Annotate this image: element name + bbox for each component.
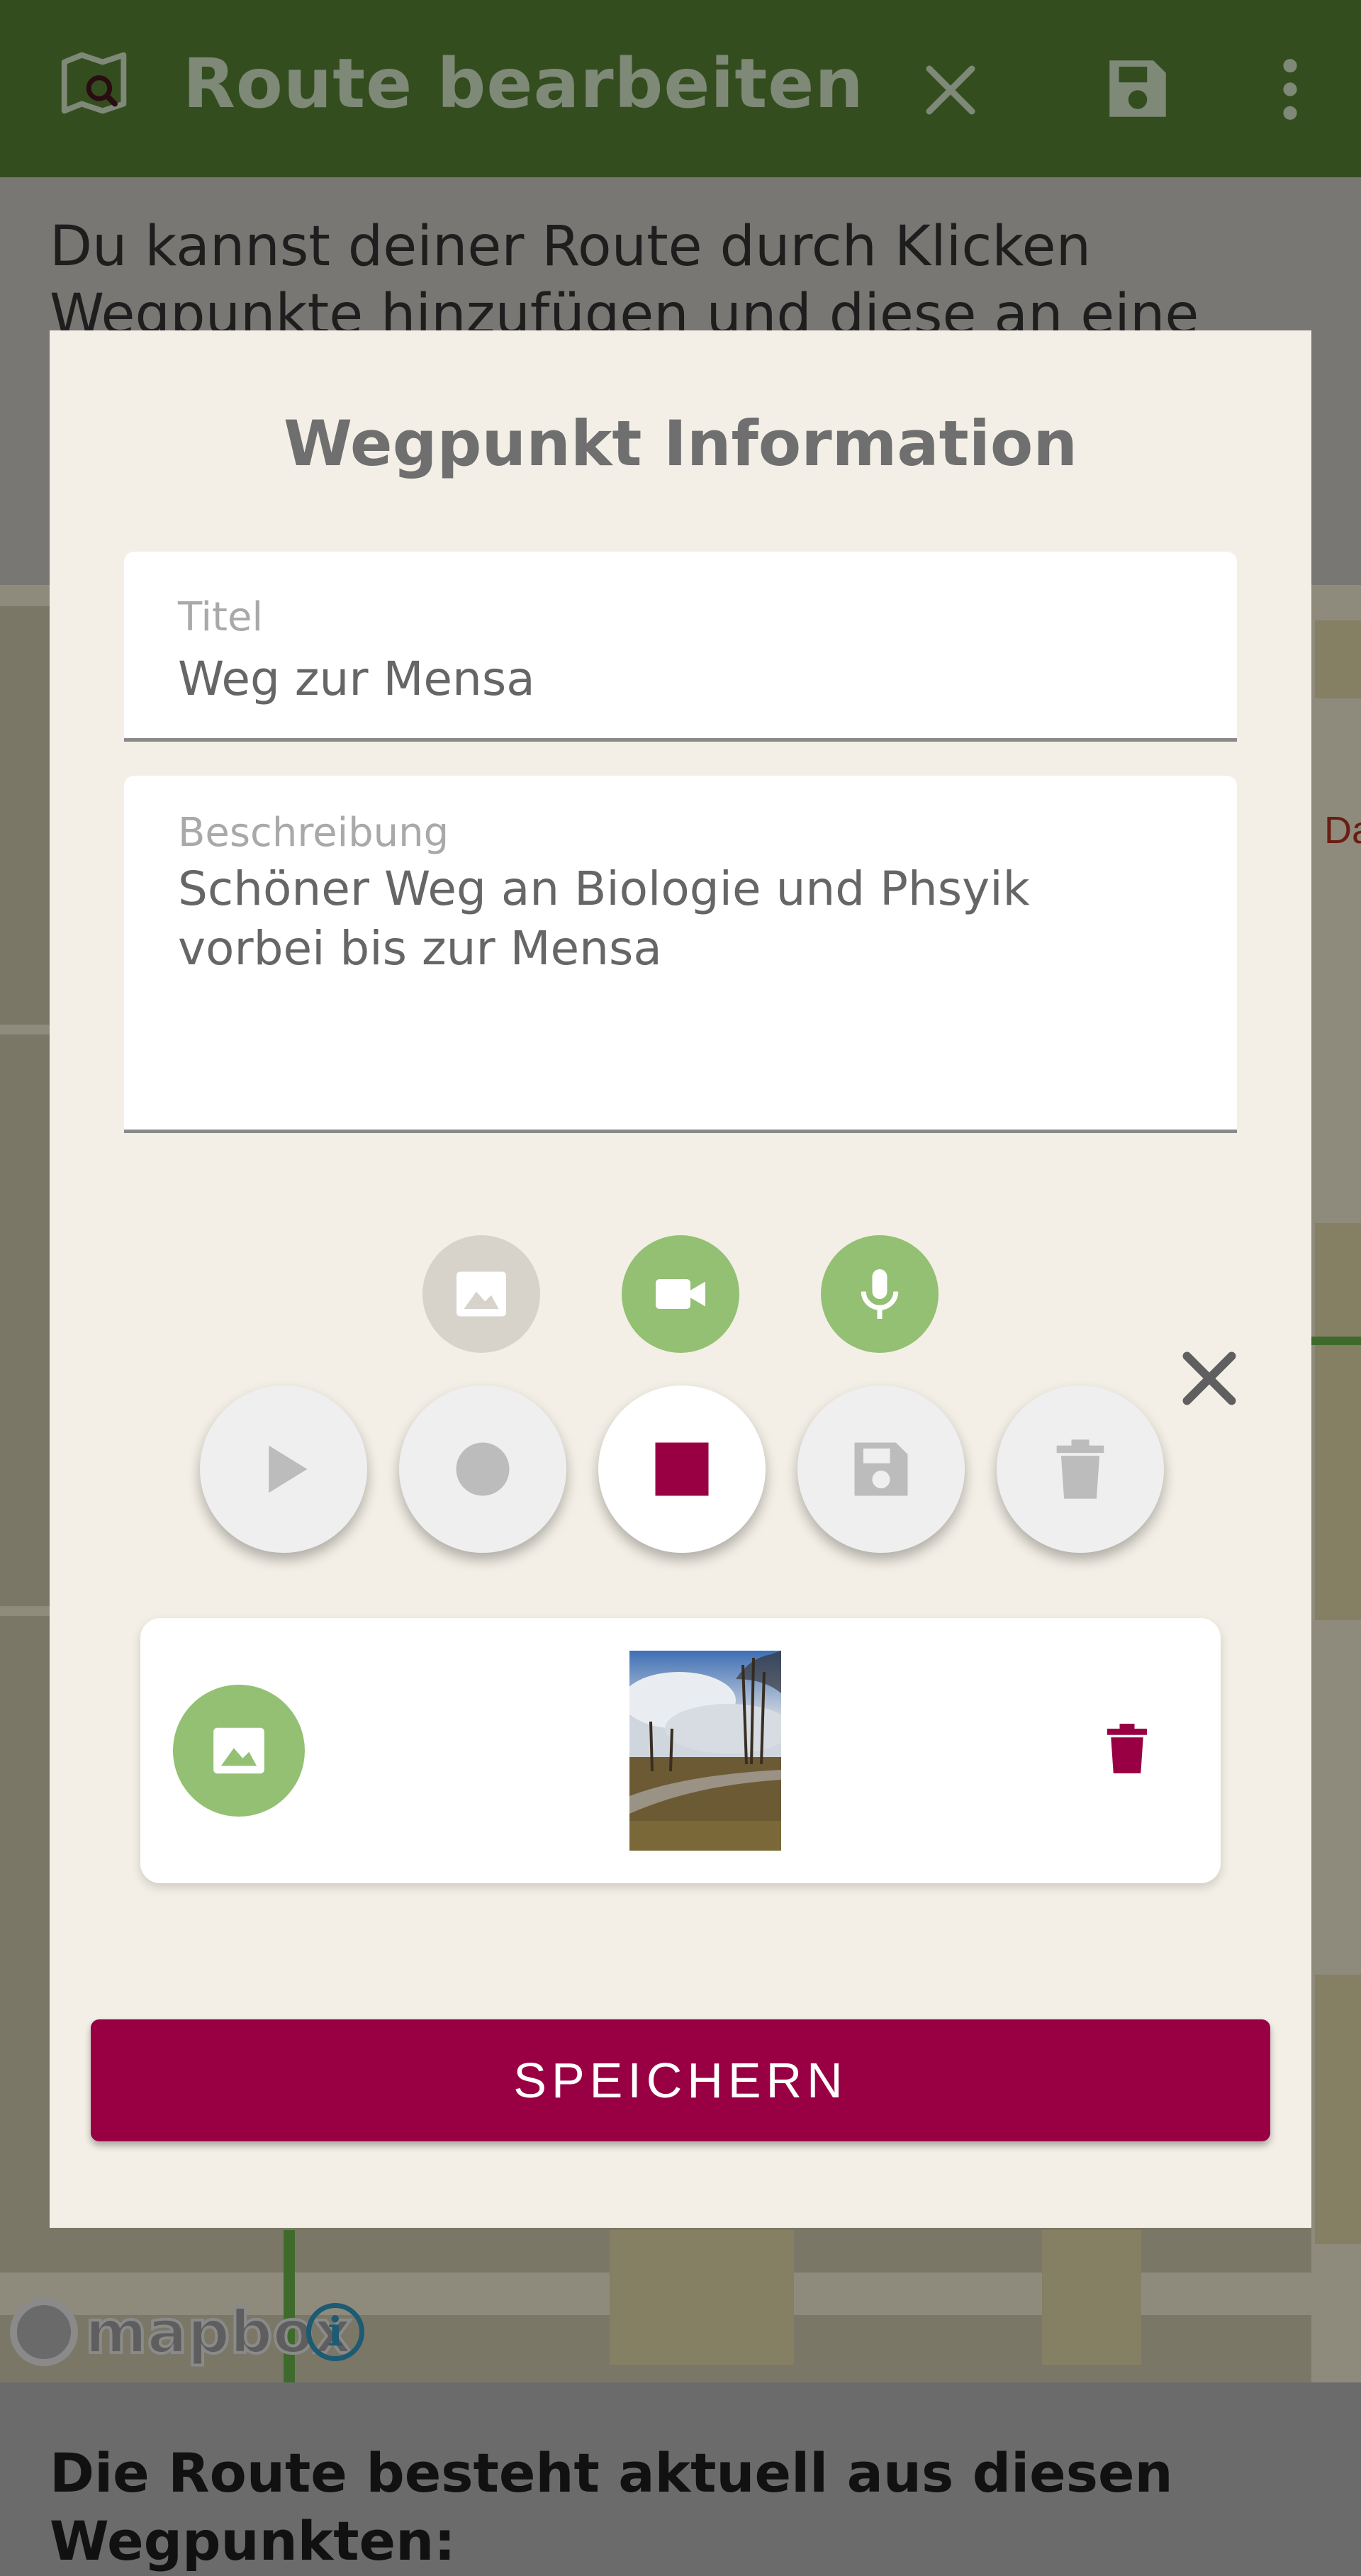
mapbox-icon [10, 2298, 78, 2366]
map-building [610, 2230, 794, 2365]
more-vert-icon[interactable] [1269, 54, 1311, 125]
app-bar: Route bearbeiten [0, 0, 1361, 177]
play-icon [269, 1445, 308, 1493]
waypoint-list-section: Die Route besteht aktuell aus diesen Weg… [0, 2382, 1361, 2576]
stop-button[interactable] [598, 1385, 766, 1553]
record-button[interactable] [399, 1385, 566, 1553]
save-icon[interactable] [1100, 51, 1175, 126]
description-field-label: Beschreibung [178, 810, 449, 856]
microphone-icon [861, 1269, 899, 1319]
page-title: Route bearbeiten [183, 44, 864, 123]
mapbox-logo: mapbox [10, 2296, 353, 2368]
delete-icon [1056, 1439, 1104, 1499]
map-building [1315, 620, 1361, 698]
record-icon [456, 1442, 510, 1496]
add-image-button[interactable] [422, 1235, 540, 1353]
add-video-button[interactable] [622, 1235, 739, 1353]
title-field[interactable]: Titel Weg zur Mensa [124, 552, 1237, 742]
attachment-thumbnail[interactable] [629, 1651, 781, 1851]
close-icon[interactable] [919, 58, 982, 122]
image-icon [457, 1271, 506, 1317]
save-recording-button[interactable] [797, 1385, 965, 1553]
map-search-icon[interactable] [54, 41, 138, 125]
save-button[interactable]: SPEICHERN [91, 2019, 1270, 2141]
title-field-label: Titel [178, 594, 264, 640]
map-road [0, 1606, 50, 1616]
dialog-title: Wegpunkt Information [283, 407, 1078, 480]
info-icon[interactable]: i [306, 2303, 364, 2361]
play-button[interactable] [200, 1385, 367, 1553]
attachment-item [140, 1618, 1221, 1883]
delete-recording-button[interactable] [997, 1385, 1164, 1553]
map-path [1311, 1337, 1361, 1345]
delete-attachment-icon[interactable] [1097, 1719, 1157, 1778]
close-recorder-icon[interactable] [1180, 1349, 1239, 1408]
video-camera-icon [656, 1279, 705, 1309]
title-field-value[interactable]: Weg zur Mensa [178, 649, 1184, 709]
save-icon [854, 1442, 908, 1496]
map-building [1315, 1975, 1361, 2244]
map-road [0, 1025, 50, 1035]
attachment-type-badge [173, 1685, 305, 1817]
map-building [1315, 1223, 1361, 1620]
map-building [1042, 2230, 1141, 2365]
waypoint-list-heading: Die Route besteht aktuell aus diesen Weg… [50, 2441, 1173, 2572]
add-audio-button[interactable] [821, 1235, 939, 1353]
image-icon [213, 1727, 264, 1774]
stop-icon [655, 1442, 709, 1496]
waypoint-dialog: Wegpunkt Information Titel Weg zur Mensa… [50, 330, 1311, 2228]
description-field[interactable]: Beschreibung Schöner Weg an Biologie und… [124, 776, 1237, 1133]
description-field-value[interactable]: Schöner Weg an Biologie und Phsyik vorbe… [178, 859, 1184, 978]
map-label: Da [1324, 809, 1361, 852]
